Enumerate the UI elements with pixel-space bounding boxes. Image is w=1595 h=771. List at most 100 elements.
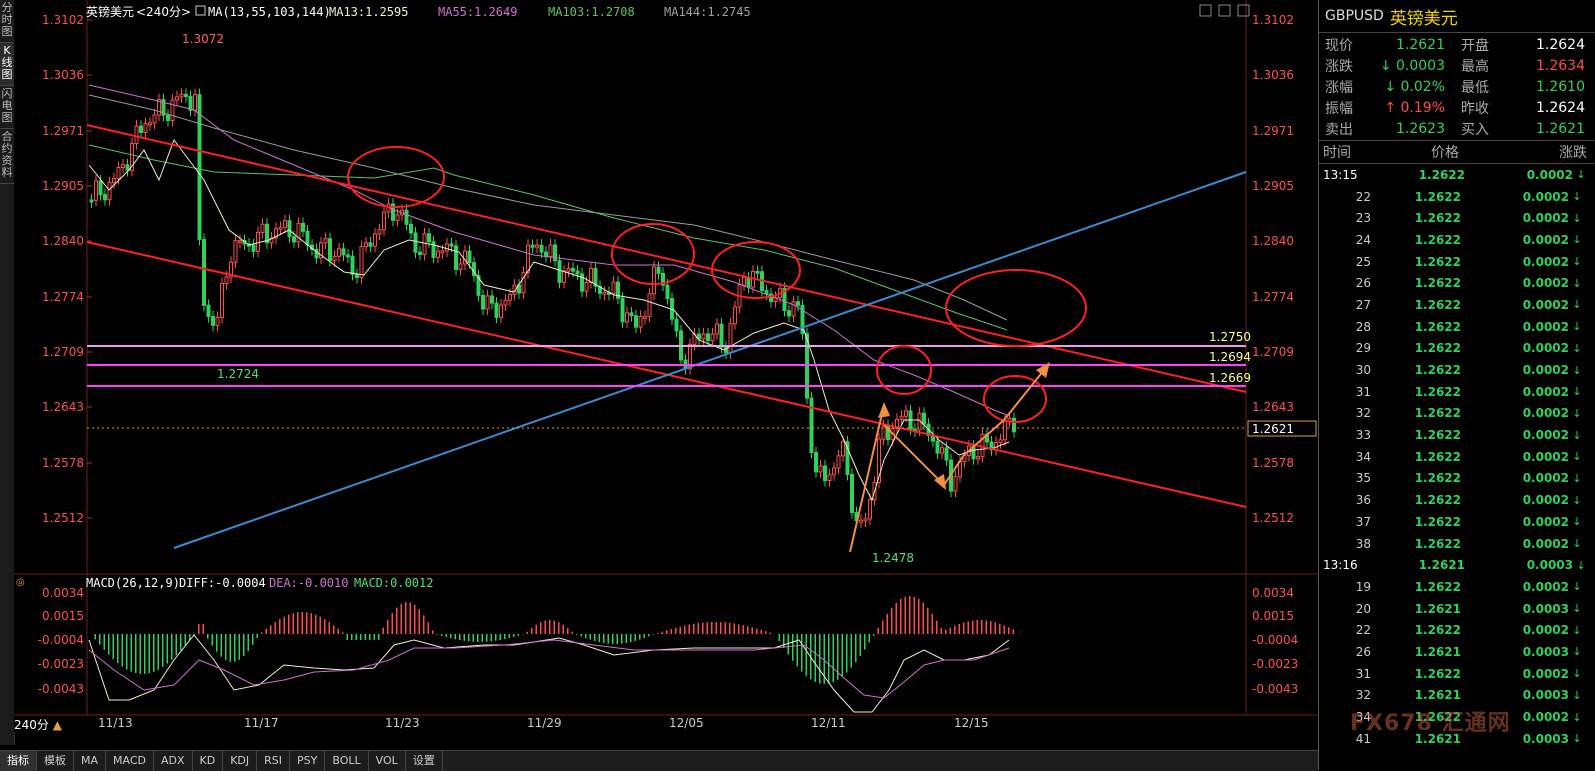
price-tick-left: 1.2578 xyxy=(42,456,84,470)
macd-bar xyxy=(702,622,704,634)
candle-body xyxy=(323,238,328,244)
macd-dea: DEA:-0.0010 xyxy=(269,576,348,590)
candle-body xyxy=(706,333,710,342)
tick-change: 0.0002 xyxy=(1522,514,1569,529)
tick-change: 0.0002 xyxy=(1522,319,1569,334)
period-button-label: 240分 xyxy=(14,718,49,732)
candle-body xyxy=(359,245,364,279)
macd-bar xyxy=(364,634,366,640)
period-button[interactable]: 240分 ▲ xyxy=(14,716,62,733)
macd-bar xyxy=(490,634,492,642)
macd-bar xyxy=(904,596,906,634)
macd-bar xyxy=(909,596,911,634)
tab-flash-chart[interactable]: 闪电图 xyxy=(0,86,14,129)
macd-bar xyxy=(153,634,155,672)
macd-bar xyxy=(477,634,479,642)
macd-bar xyxy=(621,634,623,644)
ticks-header-time: 时间 xyxy=(1323,145,1351,161)
tick-row: 37 1.2622 0.0002 ↓ xyxy=(1319,511,1595,533)
candle-body xyxy=(710,333,715,342)
candle-body xyxy=(125,164,130,171)
quote-header: GBPUSD 英镑美元 xyxy=(1319,0,1595,33)
quote-value: ↓ 0.02% xyxy=(1363,79,1457,95)
tab-kdj[interactable]: KDJ xyxy=(223,751,258,771)
candle-body xyxy=(382,211,386,231)
tick-price: 1.2622 xyxy=(1414,276,1461,291)
macd-bar xyxy=(288,614,290,634)
macd-bar xyxy=(103,634,105,650)
tab-kd[interactable]: KD xyxy=(193,751,224,771)
tick-time: 36 xyxy=(1355,493,1371,508)
macd-bar xyxy=(612,634,614,644)
candle-body xyxy=(755,270,760,274)
quote-symbol: GBPUSD xyxy=(1325,8,1384,24)
macd-settings-icon[interactable]: ◎ xyxy=(16,577,25,588)
macd-bar xyxy=(130,634,132,672)
candle-body xyxy=(233,240,238,263)
tab-settings[interactable]: 设置 xyxy=(406,751,443,771)
macd-bar xyxy=(243,634,245,657)
tick-change: 0.0002 xyxy=(1522,666,1569,681)
macd-tick-left: -0.0023 xyxy=(38,657,84,671)
macd-bar xyxy=(432,630,434,634)
tab-indicator[interactable]: 指标 xyxy=(0,751,37,771)
candle-body xyxy=(431,241,436,258)
tab-vol[interactable]: VOL xyxy=(369,751,406,771)
candle-body xyxy=(742,277,746,286)
macd-bar xyxy=(675,627,677,634)
tab-template[interactable]: 模板 xyxy=(37,751,74,771)
tab-timeshare[interactable]: 分时图 xyxy=(0,0,14,43)
quote-value: 1.2623 xyxy=(1363,121,1457,137)
candle-body xyxy=(152,114,157,124)
tab-boll[interactable]: BOLL xyxy=(325,751,369,771)
macd-bar xyxy=(603,634,605,644)
candle-body xyxy=(787,310,791,317)
candle-body xyxy=(526,244,530,273)
tab-psy[interactable]: PSY xyxy=(290,751,326,771)
candle-body xyxy=(377,229,382,235)
macd-bar xyxy=(652,634,654,635)
kline-chart[interactable]: 英镑美元 <240分> MA(13,55,103,144) MA13:1.259… xyxy=(14,0,1318,732)
tab-adx[interactable]: ADX xyxy=(154,751,193,771)
candle-body xyxy=(409,223,413,234)
macd-tick-left: 0.0015 xyxy=(42,609,84,623)
tab-macd[interactable]: MACD xyxy=(106,751,154,771)
tick-row: 26 1.2621 0.0003 ↓ xyxy=(1319,641,1595,663)
candle-body xyxy=(454,245,458,270)
candle-body xyxy=(562,270,566,283)
tick-row: 30 1.2622 0.0002 ↓ xyxy=(1319,359,1595,381)
macd-bar xyxy=(693,623,695,634)
quote-value-text: 0.02% xyxy=(1400,78,1445,95)
macd-bar xyxy=(108,634,110,655)
tick-time: 31 xyxy=(1355,384,1371,399)
candle-body xyxy=(305,230,310,246)
macd-diff: DIFF:-0.0004 xyxy=(179,576,266,590)
tab-ma[interactable]: MA xyxy=(74,751,107,771)
candle-body xyxy=(904,410,908,417)
candle-body xyxy=(836,455,841,469)
tick-change: 0.0002 xyxy=(1522,449,1569,464)
candle-body xyxy=(467,250,472,264)
tick-change: 0.0002 xyxy=(1522,297,1569,312)
candle-body xyxy=(850,473,854,514)
quote-label: 昨收 xyxy=(1461,100,1489,117)
price-tick-right: 1.3102 xyxy=(1252,13,1294,27)
macd-bar xyxy=(630,634,632,643)
tab-contract-info[interactable]: 合约资料 xyxy=(0,129,14,184)
macd-bar xyxy=(648,634,650,637)
tick-row: 29 1.2622 0.0002 ↓ xyxy=(1319,338,1595,360)
level-label-2: 1.2694 xyxy=(1209,350,1251,364)
macd-bar xyxy=(360,634,362,640)
ticks-list[interactable]: 13:15 1.2622 0.0002 ↓ 22 1.2622 0.0002 ↓ 23 1.262… xyxy=(1319,164,1595,750)
tick-price: 1.2622 xyxy=(1414,211,1461,226)
candle-body xyxy=(283,220,287,228)
macd-bar xyxy=(540,622,542,634)
down-arrow-icon: ↓ xyxy=(1572,190,1582,204)
tick-price: 1.2622 xyxy=(1414,514,1461,529)
tick-price: 1.2622 xyxy=(1414,449,1461,464)
tab-rsi[interactable]: RSI xyxy=(257,751,291,771)
candle-body xyxy=(139,125,143,133)
candle-body xyxy=(620,297,625,323)
tab-kline[interactable]: K线图 xyxy=(0,43,14,86)
candle-body xyxy=(953,476,958,492)
